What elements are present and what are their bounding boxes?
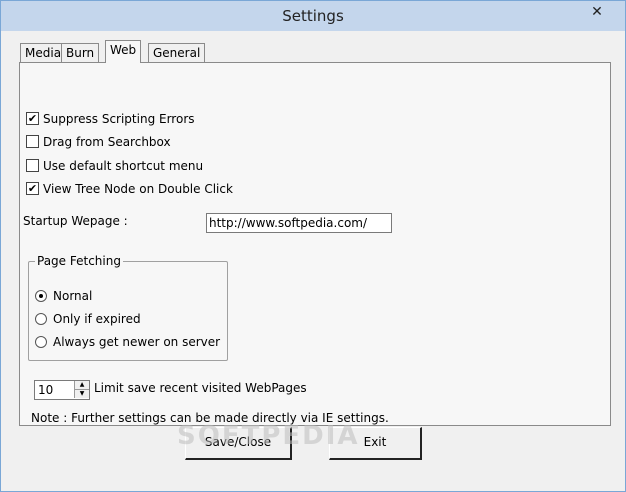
close-button[interactable]: ✕ [575,1,619,23]
settings-window: Settings ✕ Media Burn Web General ✔ Supp… [0,0,626,492]
radio-button [35,336,47,348]
save-close-button[interactable]: Save/Close [185,427,292,460]
client-area: Media Burn Web General ✔ Suppress Script… [9,32,617,484]
limit-label: Limit save recent visited WebPages [94,381,307,395]
limit-stepper[interactable]: 10 ▲ ▼ [34,380,90,400]
note-text: Note : Further settings can be made dire… [31,411,389,425]
tab-media[interactable]: Media [20,43,67,62]
web-tab-panel: ✔ Suppress Scripting Errors Drag from Se… [19,62,611,426]
startup-webpage-label: Startup Wepage : [23,214,128,228]
checkbox-label: Use default shortcut menu [43,159,204,173]
limit-value: 10 [38,383,54,397]
checkbox-box: ✔ [26,182,39,195]
radio-label: Nornal [53,289,93,303]
tab-general[interactable]: General [148,43,206,62]
radio-button [35,290,47,302]
window-title: Settings [282,7,344,25]
radio-button [35,313,47,325]
checkbox-box [26,135,39,148]
checkbox-label: Drag from Searchbox [43,135,171,149]
checkbox-label: Suppress Scripting Errors [43,112,195,126]
checkbox-box: ✔ [26,112,39,125]
startup-webpage-input[interactable] [206,213,392,233]
spin-up-icon[interactable]: ▲ [74,381,89,390]
spin-down-icon[interactable]: ▼ [74,390,89,398]
checkbox-box [26,159,39,172]
exit-button[interactable]: Exit [329,427,422,460]
radio-label: Always get newer on server [53,335,221,349]
group-title: Page Fetching [35,254,123,268]
tab-burn[interactable]: Burn [61,43,100,62]
page-fetching-group: Page Fetching Nornal Only if expired Alw… [28,254,228,361]
radio-label: Only if expired [53,312,141,326]
title-bar[interactable]: Settings ✕ [1,1,625,31]
tab-web[interactable]: Web [105,40,142,63]
checkbox-label: View Tree Node on Double Click [43,182,233,196]
